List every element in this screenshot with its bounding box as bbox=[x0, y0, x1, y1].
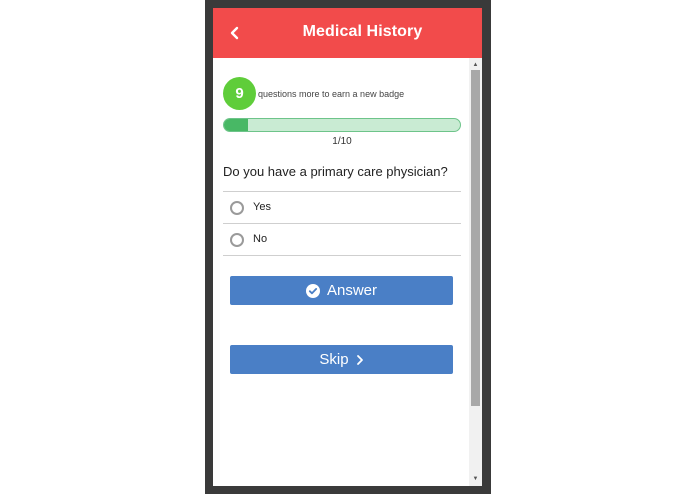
page-title: Medical History bbox=[302, 23, 423, 40]
progress-label: 1/10 bbox=[332, 136, 352, 147]
option-label-no: No bbox=[253, 233, 268, 245]
progress-bar bbox=[223, 118, 461, 132]
answer-button[interactable]: Answer bbox=[230, 276, 453, 305]
divider bbox=[223, 255, 461, 256]
app-header: Medical History bbox=[213, 8, 482, 58]
radio-button-no[interactable] bbox=[230, 233, 244, 247]
progress-fill bbox=[224, 119, 248, 131]
badge-text: questions more to earn a new badge bbox=[258, 89, 405, 99]
radio-button-yes[interactable] bbox=[230, 201, 244, 215]
option-label-yes: Yes bbox=[253, 201, 271, 213]
scrollbar[interactable]: ▲ ▼ bbox=[469, 58, 482, 486]
question-text: Do you have a primary care physician? bbox=[223, 164, 448, 179]
app-screen: Medical History 9 questions more to earn… bbox=[213, 8, 482, 486]
scroll-up-arrow-icon[interactable]: ▲ bbox=[469, 60, 482, 70]
question-content: 9 questions more to earn a new badge 1/1… bbox=[213, 58, 469, 486]
skip-button[interactable]: Skip bbox=[230, 345, 453, 374]
skip-label: Skip bbox=[319, 351, 349, 368]
chevron-right-icon bbox=[356, 354, 364, 366]
option-no[interactable]: No bbox=[223, 224, 461, 255]
check-circle-icon bbox=[305, 283, 320, 298]
answer-label: Answer bbox=[326, 282, 378, 299]
scroll-down-arrow-icon[interactable]: ▼ bbox=[469, 474, 482, 484]
badge-count: 9 bbox=[223, 77, 256, 110]
scrollbar-thumb[interactable] bbox=[471, 70, 480, 406]
option-yes[interactable]: Yes bbox=[223, 192, 461, 223]
